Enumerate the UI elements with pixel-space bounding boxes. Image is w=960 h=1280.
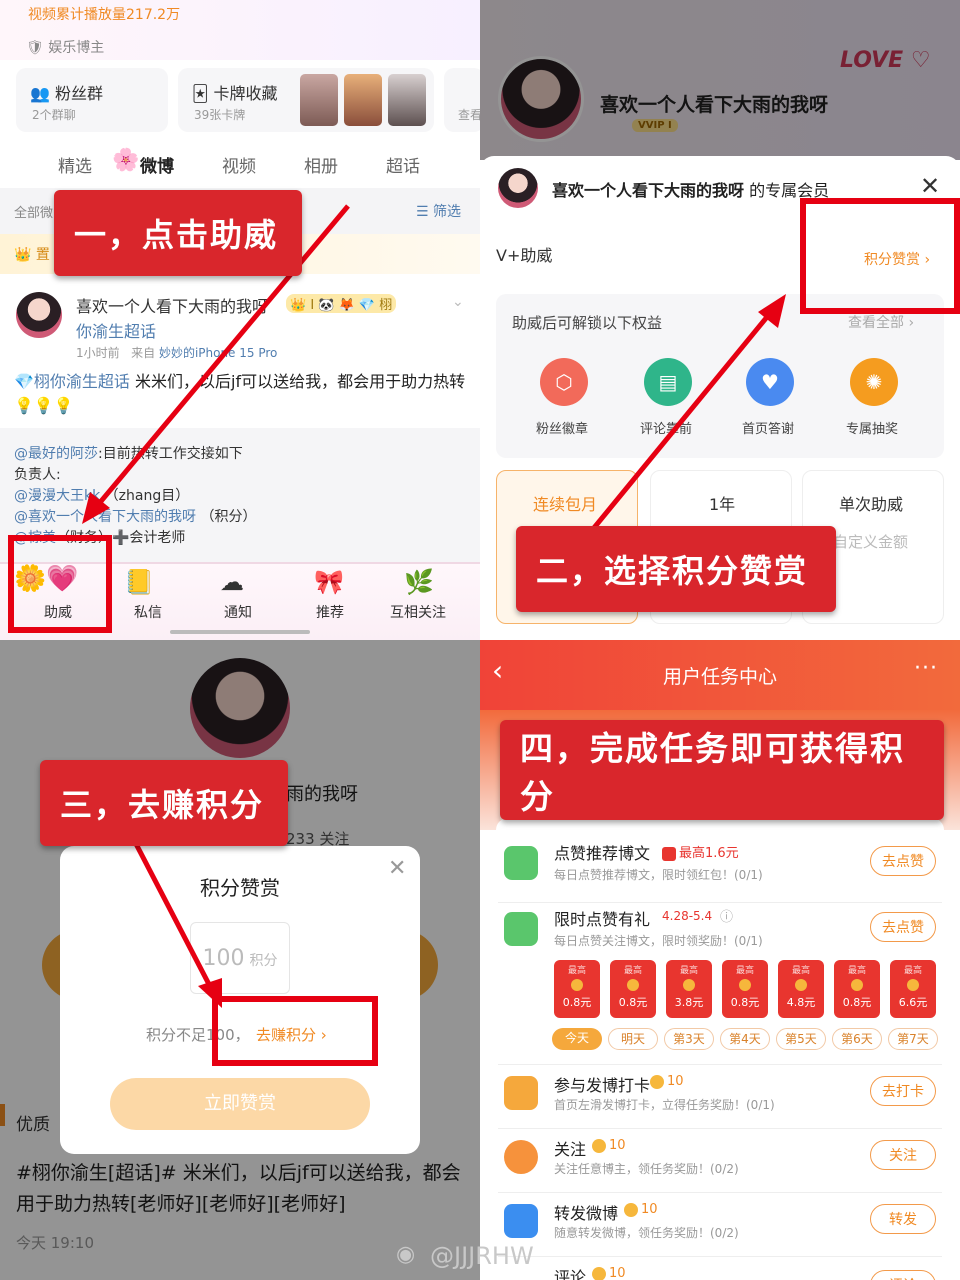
redpacket-card: 最高 0.8元 [722,960,768,1018]
panel-step4: ‹ 用户任务中心 ··· 点赞推荐博文 最高1.6元 每日点赞推荐博文，限时领红… [480,640,960,1280]
task-row: 点赞推荐博文 最高1.6元 每日点赞推荐博文，限时领红包！(0/1) 去点赞 [500,836,940,900]
redpacket-top: 最高 [623,966,642,976]
coin-icon [907,979,919,991]
coin-icon [739,979,751,991]
task-button[interactable]: 关注 [870,1140,936,1170]
thumbs-up-icon [504,846,538,880]
arrow-annotation [82,204,350,524]
redpacket-amount: 4.8元 [786,996,816,1009]
redpacket-amount: 0.8元 [842,996,872,1009]
step1-label: 一，点击助威 [54,190,302,276]
redpacket-card: 最高 0.8元 [554,960,600,1018]
redpacket-top: 最高 [679,966,698,976]
step2-label: 二，选择积分赞赏 [516,526,836,612]
redpacket-top: 最高 [791,966,810,976]
redpacket-card: 最高 4.8元 [778,960,824,1018]
coin-icon [851,979,863,991]
step4-label: 四，完成任务即可获得积分 [500,720,944,820]
redpacket-card: 最高 6.6元 [890,960,936,1018]
day-chip: 今天 [552,1028,602,1050]
panel-step3: 雨的我呀 233 关注 优质 #栩你渝生[超话]# 米米们，以后jf可以送给我，… [0,640,480,1280]
day-chip: 明天 [608,1028,658,1050]
redpacket-amount: 0.8元 [562,996,592,1009]
redpacket-top: 最高 [847,966,866,976]
arrow-annotation [131,838,222,1008]
task-row: 转发微博 10 随意转发微博，领任务奖励！(0/2) 转发 [500,1194,940,1258]
day-chip: 第7天 [888,1028,938,1050]
coin-icon [592,1138,606,1153]
panel-step1: 视频累计播放量217.2万 🛡 娱乐博主 👥 粉丝群 2个群聊 🃏 卡牌收藏 3… [0,0,480,640]
follow-icon [504,1140,538,1174]
day-chip: 第3天 [664,1028,714,1050]
coin-icon [571,979,583,991]
more-icon[interactable]: ··· [914,656,938,681]
panel-step2: LOVE ♡ 喜欢一个人看下大雨的我呀 VVIP I 喜欢一个人看下大雨的我呀 … [480,0,960,640]
day-chip: 第4天 [720,1028,770,1050]
task-button[interactable]: 转发 [870,1204,936,1234]
redpacket-amount: 0.8元 [618,996,648,1009]
redpacket-top: 最高 [903,966,922,976]
redpacket-card: 最高 3.8元 [666,960,712,1018]
redpacket-top: 最高 [735,966,754,976]
coin-icon [683,979,695,991]
task-button[interactable]: 去点赞 [870,912,936,942]
step3-label: 三，去赚积分 [40,760,288,846]
redpacket-card: 最高 0.8元 [610,960,656,1018]
redpacket-strip: 最高 0.8元今天 最高 0.8元明天 最高 3.8元第3天 最高 0.8元第4天 最高 4.8元… [552,960,944,1070]
day-chip: 第5天 [776,1028,826,1050]
weibo-logo-icon: ◉ [396,1242,416,1267]
task-button[interactable]: 去打卡 [870,1076,936,1106]
thumbs-up-icon [504,912,538,946]
checkin-icon [504,1076,538,1110]
task-row: 参与发博打卡 10 首页左滑发博打卡，立得任务奖励！(0/1) 去打卡 [500,1066,940,1130]
coin-icon [795,979,807,991]
watermark: @JJJRHW [430,1242,534,1270]
task-button[interactable]: 评论 [870,1270,936,1280]
coin-icon [592,1266,606,1280]
day-chip: 第6天 [832,1028,882,1050]
redpacket-card: 最高 0.8元 [834,960,880,1018]
task-row: 关注 10 关注任意博主，领任务奖励！(0/2) 关注 [500,1130,940,1194]
redpacket-amount: 3.8元 [674,996,704,1009]
header-title: 用户任务中心 [662,666,777,688]
task-button[interactable]: 去点赞 [870,846,936,876]
redpacket-amount: 0.8元 [730,996,760,1009]
coin-icon [627,979,639,991]
redpacket-top: 最高 [567,966,586,976]
coin-icon [650,1074,664,1089]
coin-icon [624,1202,638,1217]
info-icon[interactable]: ⓘ [720,906,733,925]
redpacket-amount: 6.6元 [898,996,928,1009]
repost-icon [504,1204,538,1238]
redpacket-icon [662,846,676,861]
task-row: 评论 10 评论 [500,1258,940,1280]
task-header: ‹ 用户任务中心 ··· [480,640,960,710]
task-row: 限时点赞有礼 4.28-5.4 ⓘ 每日点赞关注博文，限时领奖励！(0/1) 去… [500,902,940,966]
